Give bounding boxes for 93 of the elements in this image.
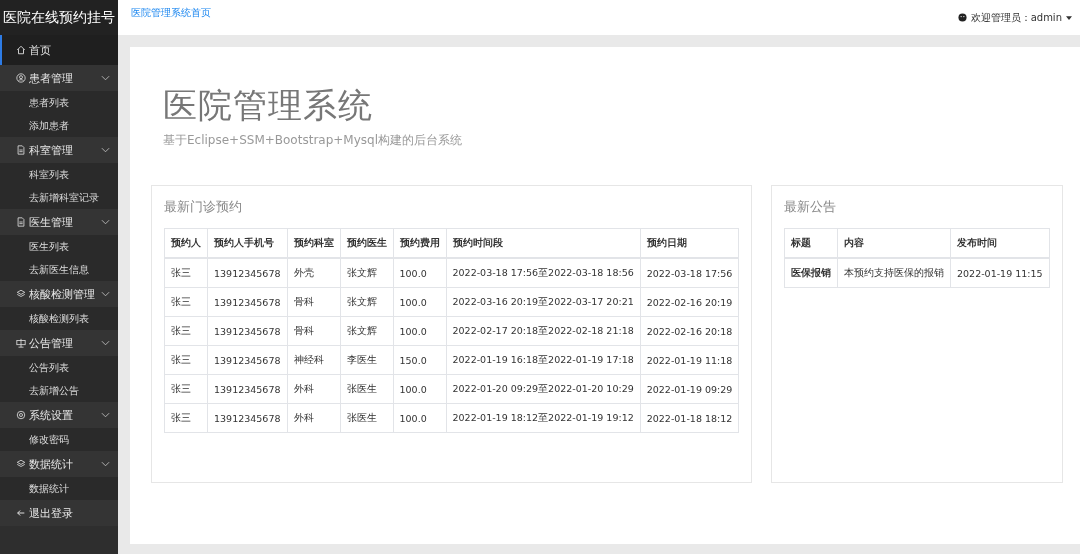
- user-icon: [16, 73, 26, 83]
- table-cell: 2022-01-19 11:18: [640, 345, 739, 375]
- table-cell: 张三: [164, 287, 208, 317]
- column-header: 预约时间段: [446, 228, 641, 258]
- table-cell: 外壳: [287, 258, 340, 288]
- doc-icon: [16, 217, 26, 227]
- table-cell: 张三: [164, 403, 208, 433]
- table-cell: 2022-02-17 20:18至2022-02-18 21:18: [446, 316, 641, 346]
- back-arrow-icon: [16, 508, 26, 518]
- table-cell: 13912345678: [207, 316, 287, 346]
- board-icon: [16, 338, 26, 348]
- nav-group[interactable]: 科室管理: [0, 137, 118, 163]
- breadcrumb-link[interactable]: 医院管理系统首页: [131, 5, 211, 20]
- table-cell: 100.0: [393, 258, 446, 288]
- nav-group[interactable]: 医生管理: [0, 209, 118, 235]
- nav-item[interactable]: 退出登录: [0, 500, 118, 526]
- table-cell: 2022-03-18 17:56: [640, 258, 739, 288]
- table-cell: 张文辉: [340, 316, 393, 346]
- nav-item[interactable]: 首页: [0, 35, 118, 65]
- table-cell: 100.0: [393, 316, 446, 346]
- user-menu[interactable]: 欢迎管理员：admin: [957, 10, 1072, 25]
- table-cell: 2022-01-19 16:18至2022-01-19 17:18: [446, 345, 641, 375]
- nav-subitem[interactable]: 添加患者: [0, 114, 118, 137]
- column-header: 预约人手机号: [207, 228, 287, 258]
- column-header: 预约日期: [640, 228, 739, 258]
- table-cell: 张三: [164, 316, 208, 346]
- nav-subitem[interactable]: 公告列表: [0, 356, 118, 379]
- table-cell: 13912345678: [207, 258, 287, 288]
- card-title: 最新公告: [784, 198, 837, 216]
- hero-subtitle: 基于Eclipse+SSM+Bootstrap+Mysql构建的后台系统: [163, 132, 463, 149]
- caret-icon: [1066, 15, 1072, 20]
- column-header: 预约费用: [393, 228, 446, 258]
- table-cell: 100.0: [393, 374, 446, 404]
- table-cell: 2022-03-16 20:19至2022-03-17 20:21: [446, 287, 641, 317]
- table-cell: 张文辉: [340, 287, 393, 317]
- nav-subitem[interactable]: 医生列表: [0, 235, 118, 258]
- table-cell: 神经科: [287, 345, 340, 375]
- nav-subitem[interactable]: 去新增公告: [0, 379, 118, 402]
- table-cell: 外科: [287, 374, 340, 404]
- nav-subitem[interactable]: 患者列表: [0, 91, 118, 114]
- table-cell: 13912345678: [207, 403, 287, 433]
- nav-subitem[interactable]: 核酸检测列表: [0, 307, 118, 330]
- nav-group[interactable]: 数据统计: [0, 451, 118, 477]
- table-cell: 150.0: [393, 345, 446, 375]
- column-header: 预约医生: [340, 228, 393, 258]
- table-cell: 张医生: [340, 374, 393, 404]
- table-cell: 13912345678: [207, 374, 287, 404]
- nav-subitem[interactable]: 科室列表: [0, 163, 118, 186]
- column-header: 标题: [784, 228, 838, 258]
- table-cell: 骨科: [287, 287, 340, 317]
- table-cell: 张文辉: [340, 258, 393, 288]
- table-cell: 2022-01-19 11:15: [950, 258, 1050, 288]
- brand-title: 医院在线预约挂号: [0, 0, 118, 35]
- card-title: 最新门诊预约: [164, 198, 243, 216]
- table-cell: 张三: [164, 345, 208, 375]
- table-cell: 医保报销: [784, 258, 838, 288]
- table-cell: 2022-01-19 18:12至2022-01-19 19:12: [446, 403, 641, 433]
- table-cell: 2022-03-18 17:56至2022-03-18 18:56: [446, 258, 641, 288]
- table-cell: 100.0: [393, 403, 446, 433]
- nav-group[interactable]: 系统设置: [0, 402, 118, 428]
- table-cell: 100.0: [393, 287, 446, 317]
- layers-icon: [16, 459, 26, 469]
- table-cell: 2022-02-16 20:19: [640, 287, 739, 317]
- table-cell: 李医生: [340, 345, 393, 375]
- home-icon: [16, 45, 26, 55]
- column-header: 预约人: [164, 228, 208, 258]
- gear-icon: [16, 410, 26, 420]
- doc-icon: [16, 145, 26, 155]
- table-cell: 13912345678: [207, 345, 287, 375]
- hero-title: 医院管理系统: [163, 84, 374, 127]
- nav-group[interactable]: 核酸检测管理: [0, 281, 118, 307]
- nav-group[interactable]: 患者管理: [0, 65, 118, 91]
- table-cell: 2022-01-18 18:12: [640, 403, 739, 433]
- table-cell: 张医生: [340, 403, 393, 433]
- column-header: 内容: [837, 228, 951, 258]
- nav-group[interactable]: 公告管理: [0, 330, 118, 356]
- layers-icon: [16, 289, 26, 299]
- table-cell: 本预约支持医保的报销: [837, 258, 951, 288]
- nav-subitem[interactable]: 去新增科室记录: [0, 186, 118, 209]
- nav-subitem[interactable]: 数据统计: [0, 477, 118, 500]
- user-icon: [957, 13, 967, 22]
- nav-subitem[interactable]: 修改密码: [0, 428, 118, 451]
- table-cell: 2022-01-20 09:29至2022-01-20 10:29: [446, 374, 641, 404]
- table-cell: 张三: [164, 258, 208, 288]
- nav-subitem[interactable]: 去新医生信息: [0, 258, 118, 281]
- table-cell: 外科: [287, 403, 340, 433]
- column-header: 发布时间: [950, 228, 1050, 258]
- table-cell: 13912345678: [207, 287, 287, 317]
- table-cell: 张三: [164, 374, 208, 404]
- table-cell: 2022-01-19 09:29: [640, 374, 739, 404]
- table-cell: 骨科: [287, 316, 340, 346]
- column-header: 预约科室: [287, 228, 340, 258]
- table-cell: 2022-02-16 20:18: [640, 316, 739, 346]
